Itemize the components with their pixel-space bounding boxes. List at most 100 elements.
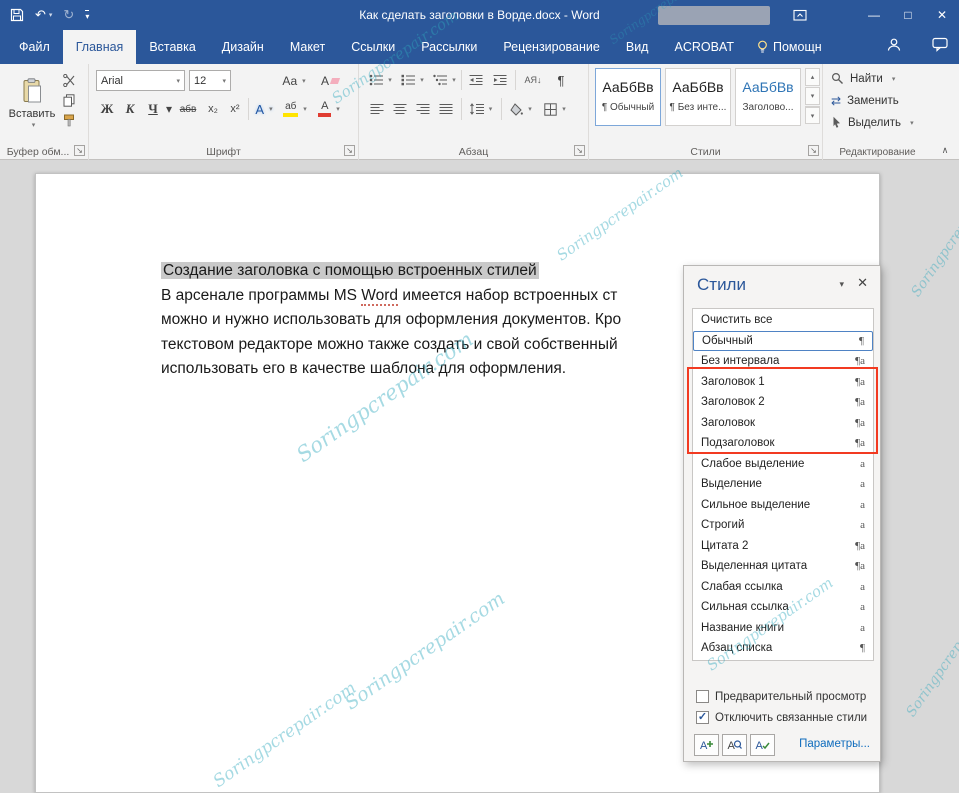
style-item-normal[interactable]: Обычный¶ (693, 331, 873, 352)
style-item-quote2[interactable]: Цитата 2¶а (693, 536, 873, 557)
font-dialog-launcher[interactable]: ↘ (344, 145, 355, 156)
copy-button[interactable] (60, 92, 78, 108)
tell-me-assistant[interactable]: Помощн (747, 30, 832, 64)
justify-button[interactable] (436, 98, 456, 120)
subscript-button[interactable]: х₂ (203, 98, 223, 120)
bullets-button[interactable]: ▾ (367, 70, 394, 90)
styles-gallery-up-button[interactable]: ▴ (805, 68, 820, 86)
style-item-heading2[interactable]: Заголовок 2¶а (693, 392, 873, 413)
replace-button[interactable]: ⇄ Заменить (831, 94, 899, 108)
new-style-button[interactable]: А (694, 734, 719, 756)
underline-button[interactable]: Ч (143, 98, 163, 120)
clipboard-dialog-launcher[interactable]: ↘ (74, 145, 85, 156)
style-item-intense-emphasis[interactable]: Сильное выделениеа (693, 495, 873, 516)
maximize-button[interactable]: □ (891, 0, 925, 30)
tab-home[interactable]: Главная (63, 30, 137, 64)
account-name-badge[interactable] (658, 6, 770, 25)
numbering-button[interactable]: ▾ (399, 70, 426, 90)
strikethrough-button[interactable]: абв (175, 98, 201, 120)
cut-button[interactable] (60, 72, 78, 88)
tab-review[interactable]: Рецензирование (490, 30, 613, 64)
multilevel-list-button[interactable]: ▾ (431, 70, 458, 90)
style-item-list-paragraph[interactable]: Абзац списка¶ (693, 638, 873, 659)
style-item-strong[interactable]: Строгийа (693, 515, 873, 536)
clear-formatting-button[interactable]: А (317, 71, 343, 91)
minimize-button[interactable]: — (857, 0, 891, 30)
paste-dropdown-icon[interactable]: ▾ (32, 122, 36, 129)
style-item-clear-all[interactable]: Очистить все (693, 310, 873, 331)
tab-acrobat[interactable]: ACROBAT (661, 30, 747, 64)
align-right-button[interactable] (413, 98, 433, 120)
text-effects-button[interactable]: А▾ (252, 98, 276, 120)
line-spacing-button[interactable]: ▾ (467, 98, 495, 120)
collapse-ribbon-button[interactable]: ∧ (937, 143, 953, 157)
document-paragraph-line[interactable]: использовать его в качестве шаблона для … (161, 357, 621, 382)
save-icon[interactable] (10, 8, 24, 22)
styles-pane-menu-icon[interactable]: ▾ (839, 279, 844, 290)
options-link[interactable]: Параметры... (799, 738, 870, 750)
styles-pane-close-icon[interactable]: ✕ (857, 275, 868, 291)
style-item-book-title[interactable]: Название книгиа (693, 618, 873, 639)
misspelled-word[interactable]: Word (361, 287, 398, 306)
comments-icon[interactable] (932, 37, 949, 57)
show-marks-button[interactable]: ¶ (551, 70, 571, 90)
bold-button[interactable]: Ж (97, 98, 117, 120)
sign-in-icon[interactable] (886, 37, 902, 58)
disable-linked-checkbox[interactable]: ✓ (696, 711, 709, 724)
align-center-button[interactable] (390, 98, 410, 120)
style-item-intense-reference[interactable]: Сильная ссылкаа (693, 597, 873, 618)
style-item-intense-quote[interactable]: Выделенная цитата¶а (693, 556, 873, 577)
style-item-heading1[interactable]: Заголовок 1¶а (693, 372, 873, 393)
highlight-color-button[interactable]: аб▾ (281, 98, 309, 120)
increase-indent-button[interactable] (489, 70, 511, 90)
italic-button[interactable]: К (120, 98, 140, 120)
tab-file[interactable]: Файл (6, 30, 63, 64)
align-left-button[interactable] (367, 98, 387, 120)
borders-button[interactable]: ▾ (541, 98, 569, 120)
change-case-button[interactable]: Аа▾ (279, 71, 309, 91)
tab-design[interactable]: Дизайн (209, 30, 277, 64)
styles-gallery-down-button[interactable]: ▾ (805, 87, 820, 105)
document-heading[interactable]: Создание заголовка с помощью встроенных … (161, 262, 539, 279)
paste-button[interactable]: Вставить ▾ (8, 70, 56, 136)
find-button[interactable]: Найти ▾ (831, 72, 895, 85)
preview-checkbox-row[interactable]: Предварительный просмотр (696, 690, 866, 703)
disable-linked-checkbox-row[interactable]: ✓ Отключить связанные стили (696, 711, 867, 724)
document-text[interactable]: Создание заголовка с помощью встроенных … (161, 259, 621, 382)
paragraph-dialog-launcher[interactable]: ↘ (574, 145, 585, 156)
select-button[interactable]: Выделить ▾ (831, 116, 914, 129)
style-item-no-spacing[interactable]: Без интервала¶а (693, 351, 873, 372)
style-item-emphasis[interactable]: Выделениеа (693, 474, 873, 495)
sort-button[interactable]: АЯ↓ (519, 70, 547, 90)
font-size-combo[interactable]: 12▾ (189, 70, 231, 91)
redo-button[interactable]: ↻ (63, 7, 74, 23)
decrease-indent-button[interactable] (465, 70, 487, 90)
styles-gallery-more-button[interactable]: ▾ (805, 106, 820, 124)
style-item-subtle-reference[interactable]: Слабая ссылкаа (693, 577, 873, 598)
tab-mailings[interactable]: Рассылки (408, 30, 490, 64)
style-card-no-spacing[interactable]: АаБбВв ¶ Без инте... (665, 68, 731, 126)
manage-styles-button[interactable]: А (750, 734, 775, 756)
document-paragraph-line[interactable]: текстовом редакторе можно также создать … (161, 333, 621, 358)
document-paragraph-line[interactable]: В арсенале программы MS Word имеется наб… (161, 284, 621, 309)
tab-insert[interactable]: Вставка (136, 30, 208, 64)
shading-button[interactable]: ▾ (507, 98, 535, 120)
tab-layout[interactable]: Макет (277, 30, 338, 64)
style-inspector-button[interactable]: А (722, 734, 747, 756)
format-painter-button[interactable] (60, 112, 78, 128)
close-button[interactable]: ✕ (925, 0, 959, 30)
tab-references[interactable]: Ссылки (338, 30, 408, 64)
style-item-subtle-emphasis[interactable]: Слабое выделениеа (693, 454, 873, 475)
document-paragraph-line[interactable]: можно и нужно использовать для оформлени… (161, 308, 621, 333)
style-item-subtitle[interactable]: Подзаголовок¶а (693, 433, 873, 454)
style-item-title[interactable]: Заголовок¶а (693, 413, 873, 434)
customize-qat-button[interactable]: ▾ (85, 10, 89, 21)
underline-dropdown-icon[interactable]: ▾ (164, 98, 174, 120)
tab-view[interactable]: Вид (613, 30, 662, 64)
font-color-button[interactable]: А▾ (315, 98, 343, 120)
styles-dialog-launcher[interactable]: ↘ (808, 145, 819, 156)
preview-checkbox[interactable] (696, 690, 709, 703)
undo-dropdown-icon[interactable]: ▾ (49, 11, 53, 19)
superscript-button[interactable]: х² (225, 98, 245, 120)
style-card-heading1[interactable]: АаБбВв Заголово... (735, 68, 801, 126)
